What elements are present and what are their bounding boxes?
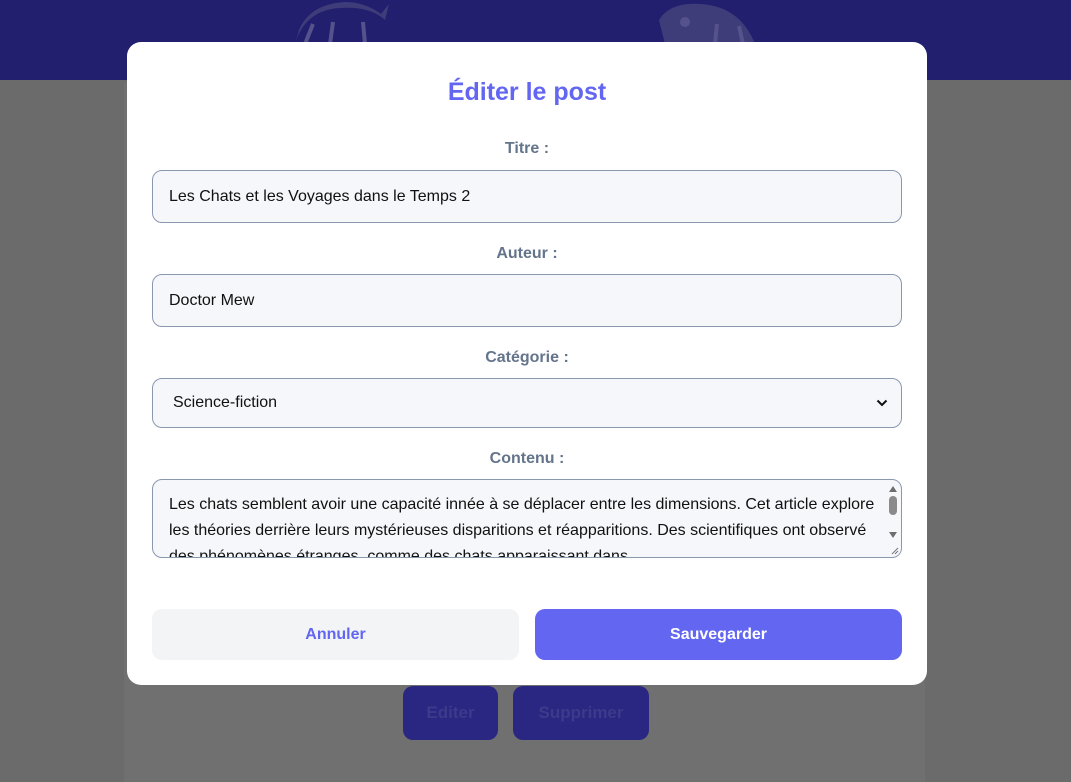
edit-post-button: Editer (403, 686, 498, 740)
content-textarea[interactable]: Les chats semblent avoir une capacité in… (152, 479, 902, 558)
edit-post-modal: Éditer le post Titre : Auteur : Catégori… (127, 42, 927, 685)
modal-title: Éditer le post (447, 78, 607, 106)
content-field-label: Contenu : (489, 450, 565, 467)
content-text: Les chats semblent avoir une capacité in… (169, 496, 875, 558)
chevron-down-icon (875, 396, 889, 410)
category-selected-value: Science-fiction (173, 394, 278, 411)
cat-illustration-right (659, 3, 755, 44)
category-field-label: Catégorie : (485, 349, 569, 366)
category-select[interactable]: Science-fiction (152, 378, 902, 428)
save-button[interactable]: Sauvegarder (535, 609, 902, 660)
cancel-button[interactable]: Annuler (152, 609, 519, 660)
author-field-label: Auteur : (496, 245, 558, 262)
cat-illustration-left (295, 2, 389, 44)
delete-post-button: Supprimer (513, 686, 649, 740)
author-input[interactable] (152, 274, 902, 327)
title-field-label: Titre : (504, 140, 550, 157)
title-input[interactable] (152, 170, 902, 223)
scroll-thumb[interactable] (889, 496, 897, 515)
resize-grip-icon[interactable] (889, 545, 899, 555)
scroll-up-icon[interactable] (889, 486, 897, 492)
scroll-down-icon[interactable] (889, 532, 897, 538)
